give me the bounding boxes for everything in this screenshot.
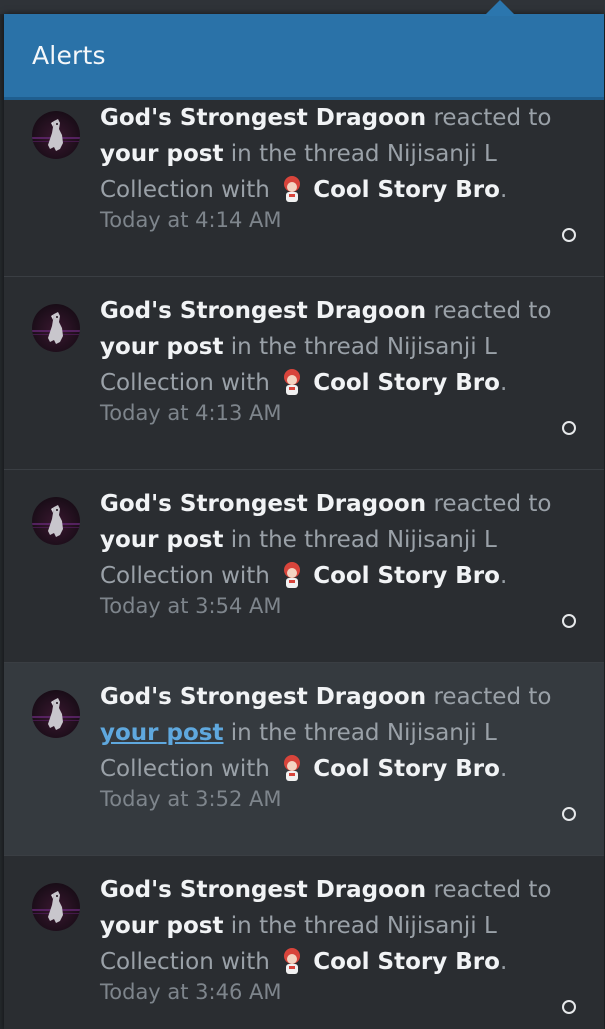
alert-target[interactable]: your post	[100, 141, 223, 167]
alert-user[interactable]: God's Strongest Dragoon	[100, 298, 426, 324]
alert-end-punct: .	[499, 563, 508, 589]
alert-user[interactable]: God's Strongest Dragoon	[100, 877, 426, 903]
cool-story-bro-reaction-icon	[284, 176, 301, 202]
popup-caret	[484, 0, 516, 16]
alert-end-punct: .	[499, 949, 508, 975]
mark-read-circle-icon[interactable]	[562, 228, 576, 242]
cool-story-bro-reaction-icon	[284, 755, 301, 781]
alert-timestamp: Today at 3:54 AM	[100, 594, 282, 618]
avatar[interactable]	[32, 883, 80, 931]
alert-target[interactable]: your post	[100, 527, 223, 553]
alert-text: God's Strongest Dragoon reacted to your …	[100, 486, 580, 594]
dragoon-avatar-icon	[32, 505, 80, 537]
alert-target[interactable]: your post	[100, 720, 223, 746]
alert-with: with	[221, 949, 270, 975]
alert-text: God's Strongest Dragoon reacted to your …	[100, 679, 580, 787]
alert-target[interactable]: your post	[100, 913, 223, 939]
alert-reaction: Cool Story Bro	[313, 370, 500, 396]
alert-list: God's Strongest Dragoon reacted to your …	[4, 100, 604, 1029]
dragoon-avatar-icon	[32, 312, 80, 344]
alert-item[interactable]: God's Strongest Dragoon reacted to your …	[4, 100, 604, 277]
alert-text: God's Strongest Dragoon reacted to your …	[100, 293, 580, 401]
alerts-header: Alerts	[4, 14, 604, 100]
alert-action: reacted to	[433, 684, 552, 710]
alert-user[interactable]: God's Strongest Dragoon	[100, 684, 426, 710]
alert-text: God's Strongest Dragoon reacted to your …	[100, 100, 580, 208]
mark-read-circle-icon[interactable]	[562, 421, 576, 435]
dragoon-avatar-icon	[32, 119, 80, 151]
alert-item[interactable]: God's Strongest Dragoon reacted to your …	[4, 277, 604, 470]
dragoon-avatar-icon	[32, 698, 80, 730]
cool-story-bro-reaction-icon	[284, 369, 301, 395]
alert-action: reacted to	[433, 298, 552, 324]
alert-end-punct: .	[499, 370, 508, 396]
alert-reaction: Cool Story Bro	[313, 177, 500, 203]
alert-timestamp: Today at 4:13 AM	[100, 401, 282, 425]
dragoon-avatar-icon	[32, 891, 80, 923]
mark-read-circle-icon[interactable]	[562, 1000, 576, 1014]
mark-read-circle-icon[interactable]	[562, 614, 576, 628]
avatar[interactable]	[32, 690, 80, 738]
alert-with: with	[221, 756, 270, 782]
alert-end-punct: .	[499, 756, 508, 782]
alert-end-punct: .	[499, 177, 508, 203]
alert-user[interactable]: God's Strongest Dragoon	[100, 491, 426, 517]
alert-text: God's Strongest Dragoon reacted to your …	[100, 872, 580, 980]
alert-timestamp: Today at 3:52 AM	[100, 787, 282, 811]
avatar[interactable]	[32, 304, 80, 352]
alert-user[interactable]: God's Strongest Dragoon	[100, 105, 426, 131]
alerts-title: Alerts	[32, 41, 106, 70]
cool-story-bro-reaction-icon	[284, 948, 301, 974]
alert-reaction: Cool Story Bro	[313, 949, 500, 975]
alert-timestamp: Today at 3:46 AM	[100, 980, 282, 1004]
alert-item[interactable]: God's Strongest Dragoon reacted to your …	[4, 663, 604, 856]
alert-with: with	[221, 563, 270, 589]
alert-reaction: Cool Story Bro	[313, 563, 500, 589]
alert-action: reacted to	[433, 877, 552, 903]
alert-reaction: Cool Story Bro	[313, 756, 500, 782]
alert-action: reacted to	[433, 105, 552, 131]
alert-item[interactable]: God's Strongest Dragoon reacted to your …	[4, 470, 604, 663]
alert-item[interactable]: God's Strongest Dragoon reacted to your …	[4, 856, 604, 1029]
alert-with: with	[221, 177, 270, 203]
cool-story-bro-reaction-icon	[284, 562, 301, 588]
alerts-popup: Alerts God's Strongest Dragoon reacted t…	[4, 14, 604, 1029]
alert-action: reacted to	[433, 491, 552, 517]
mark-read-circle-icon[interactable]	[562, 807, 576, 821]
avatar[interactable]	[32, 111, 80, 159]
alert-timestamp: Today at 4:14 AM	[100, 208, 282, 232]
avatar[interactable]	[32, 497, 80, 545]
alert-target[interactable]: your post	[100, 334, 223, 360]
alert-with: with	[221, 370, 270, 396]
